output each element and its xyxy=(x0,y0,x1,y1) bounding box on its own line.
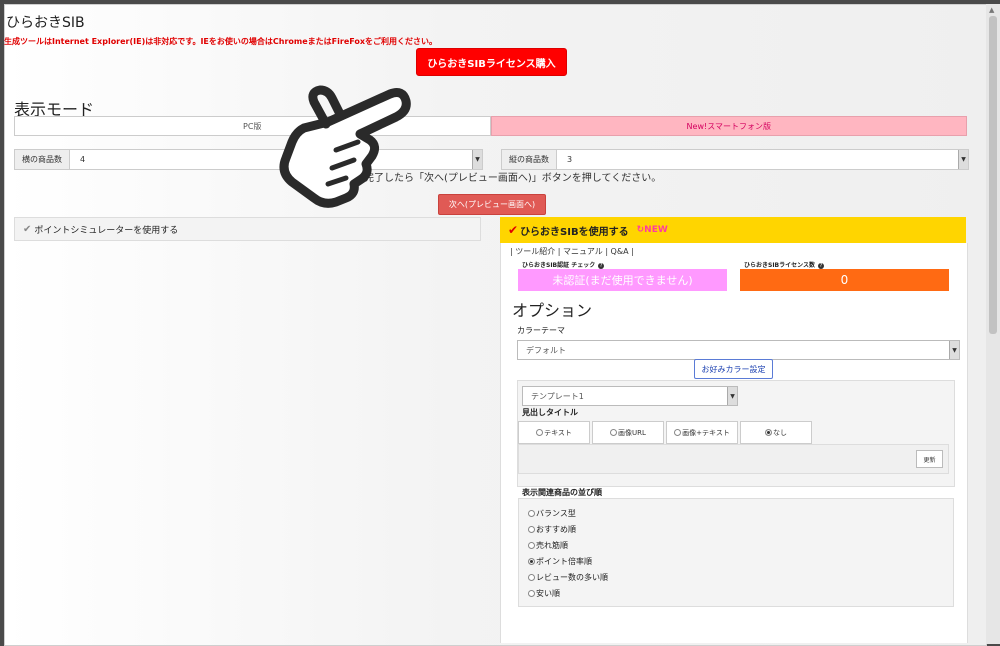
heading-option-text[interactable]: テキスト xyxy=(518,421,590,444)
auth-status: 未認証(まだ使用できません) xyxy=(518,269,727,291)
order-option-balance[interactable]: バランス型 xyxy=(528,508,576,519)
chevron-down-icon[interactable]: ▼ xyxy=(727,387,737,405)
new-badge-text: NEW xyxy=(644,225,668,235)
point-simulator-label: ポイントシミュレーターを使用する xyxy=(34,225,179,236)
chevron-down-icon[interactable]: ▼ xyxy=(958,150,968,169)
color-theme-select[interactable]: デフォルト ▼ xyxy=(517,340,960,360)
radio-icon xyxy=(528,526,535,533)
order-panel xyxy=(518,498,954,607)
color-theme-value[interactable]: デフォルト xyxy=(518,341,949,359)
point-simulator-toggle[interactable]: ✔ ポイントシミュレーターを使用する xyxy=(14,217,481,241)
buy-license-button[interactable]: ひらおきSIBライセンス購入 xyxy=(416,48,567,76)
license-count-label: ひらおきSIBライセンス数 xyxy=(744,262,816,269)
order-option-bestseller[interactable]: 売れ筋順 xyxy=(528,540,568,551)
radio-icon xyxy=(765,429,772,436)
sib-panel-header[interactable]: ✔ ひらおきSIBを使用する ↻NEW xyxy=(500,217,966,243)
auth-check-label: ひらおきSIB認証 チェック xyxy=(522,262,596,269)
chevron-down-icon[interactable]: ▼ xyxy=(472,150,482,169)
options-heading: オプション xyxy=(512,301,593,320)
heading-option-label: 画像URL xyxy=(618,428,646,437)
template-value[interactable]: テンプレート1 xyxy=(523,387,727,405)
heading-option-label: 画像+テキスト xyxy=(682,428,730,437)
check-icon: ✔ xyxy=(23,223,32,235)
display-mode-tabs: PC版 New!スマートフォン版 xyxy=(14,116,967,136)
radio-icon xyxy=(674,429,682,436)
heading-option-image-text[interactable]: 画像+テキスト xyxy=(666,421,738,444)
next-preview-button[interactable]: 次へ(プレビュー画面へ) xyxy=(438,194,546,215)
radio-icon xyxy=(536,429,544,436)
heading-option-none[interactable]: なし xyxy=(740,421,812,444)
vertical-scrollbar[interactable]: ▲ xyxy=(986,4,1000,644)
browser-notice: 生成ツールはInternet Explorer(IE)は非対応です。IEをお使い… xyxy=(4,37,438,46)
order-option-label: 売れ筋順 xyxy=(536,541,568,550)
rows-select-value[interactable]: 3 xyxy=(557,150,958,169)
radio-icon xyxy=(528,574,535,581)
rows-select-label: 縦の商品数 xyxy=(502,150,557,169)
scrollbar-thumb[interactable] xyxy=(989,16,997,334)
new-badge: ↻NEW xyxy=(636,225,668,235)
pointing-hand-icon xyxy=(279,85,411,208)
order-option-point-rate[interactable]: ポイント倍率順 xyxy=(528,556,592,567)
heading-title-label: 見出しタイトル xyxy=(522,408,578,417)
order-option-cheapest[interactable]: 安い順 xyxy=(528,588,560,599)
radio-icon xyxy=(528,510,535,517)
columns-select-label: 横の商品数 xyxy=(15,150,70,169)
order-option-reviews[interactable]: レビュー数の多い順 xyxy=(528,572,608,583)
update-button[interactable]: 更新 xyxy=(916,450,943,468)
check-icon: ✔ xyxy=(508,223,519,237)
radio-icon xyxy=(528,558,535,565)
tab-smartphone[interactable]: New!スマートフォン版 xyxy=(490,116,967,136)
favorite-color-button[interactable]: お好みカラー設定 xyxy=(694,359,773,379)
scroll-up-icon[interactable]: ▲ xyxy=(989,6,994,14)
sib-panel-title: ひらおきSIBを使用する xyxy=(520,226,629,238)
order-option-recommended[interactable]: おすすめ順 xyxy=(528,524,576,535)
radio-icon xyxy=(528,542,535,549)
radio-icon xyxy=(528,590,535,597)
radio-icon xyxy=(610,429,618,436)
order-label: 表示関連商品の並び順 xyxy=(522,488,602,497)
color-theme-label: カラーテーマ xyxy=(517,326,565,335)
rows-select[interactable]: 縦の商品数 3 ▼ xyxy=(501,149,969,170)
sib-links[interactable]: | ツール紹介 | マニュアル | Q&A | xyxy=(510,246,634,257)
app-title: ひらおきSIB xyxy=(6,15,85,31)
order-option-label: ポイント倍率順 xyxy=(536,557,592,566)
chevron-down-icon[interactable]: ▼ xyxy=(949,341,959,359)
heading-option-label: なし xyxy=(773,428,787,437)
license-count: 0 xyxy=(740,269,949,291)
update-area xyxy=(518,444,949,474)
heading-title-options: テキスト 画像URL 画像+テキスト なし xyxy=(518,421,812,444)
order-option-label: レビュー数の多い順 xyxy=(536,573,608,582)
order-option-label: バランス型 xyxy=(536,509,576,518)
order-option-label: おすすめ順 xyxy=(536,525,576,534)
heading-option-label: テキスト xyxy=(544,428,572,437)
order-option-label: 安い順 xyxy=(536,589,560,598)
template-select[interactable]: テンプレート1 ▼ xyxy=(522,386,738,406)
heading-option-image-url[interactable]: 画像URL xyxy=(592,421,664,444)
